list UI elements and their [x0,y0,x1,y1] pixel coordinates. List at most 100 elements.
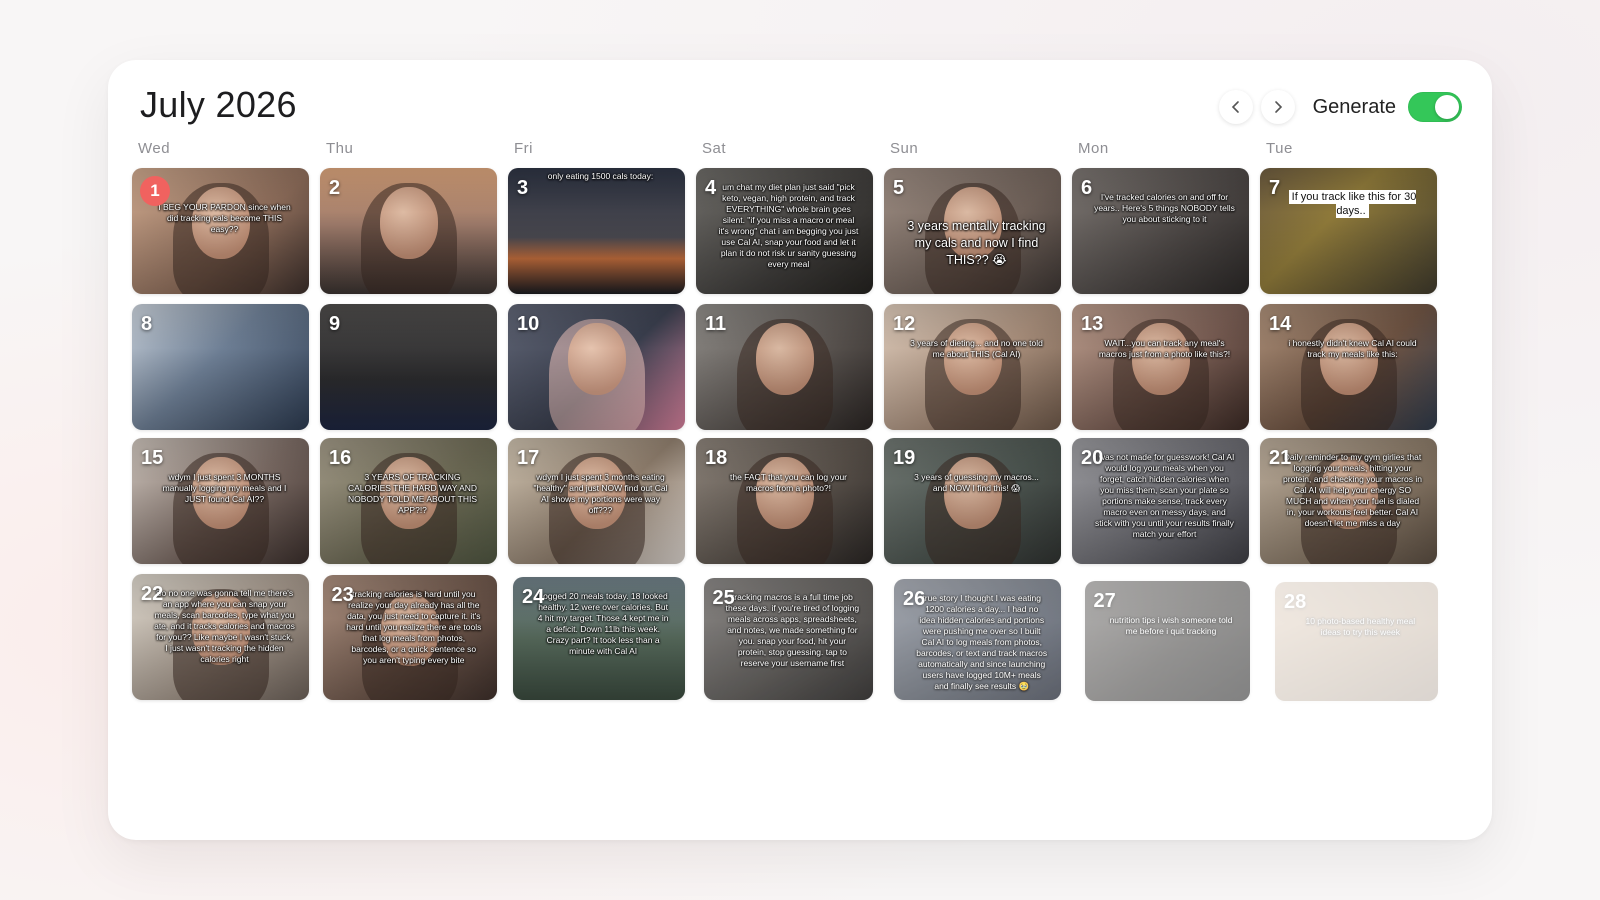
day-tile-22[interactable]: 22 So no one was gonna tell me there's an… [132,574,309,700]
next-month-button[interactable] [1260,90,1295,124]
day-number: 2 [329,177,341,199]
day-number: 5 [893,177,905,199]
day-number: 19 [893,447,916,469]
day-number: 28 [1284,590,1307,613]
day-tile-19[interactable]: 19 3 years of guessing my macros... and N… [884,438,1061,564]
day-caption: nutrition tips i wish someone told me be… [1109,614,1233,636]
day-caption: tracking macros is a full time job these… [725,591,860,668]
day-tile-7[interactable]: 7 If you track like this for 30 days.. [1260,168,1437,294]
day-number: 17 [517,447,540,469]
day-caption: So no one was gonna tell me there's an a… [154,588,295,664]
day-tile-6[interactable]: 6 I've tracked calories on and off for ye… [1072,168,1249,294]
day-tile-9[interactable]: 9 [320,304,497,430]
header-controls: Generate [1218,90,1462,124]
day-number: 11 [705,313,727,335]
day-caption: Logged 20 meals today. 18 looked healthy… [537,590,669,656]
day-number: 4 [705,177,717,199]
weekday-fri: Fri [514,140,533,157]
day-number: 21 [1269,447,1292,469]
day-caption: i was not made for guesswork! Cal AI wou… [1094,452,1235,539]
weekday-sat: Sat [702,140,727,157]
day-number: 25 [712,586,735,609]
day-number: 3 [517,177,529,199]
day-number: 14 [1269,313,1292,335]
day-caption: the FACT that you can log your macros fr… [729,472,848,493]
day-tile-5[interactable]: 53 years mentally tracking my cals and n… [884,168,1061,294]
weekday-sun: Sun [890,140,919,157]
day-tile-26[interactable]: 26 true story I thought I was eating 1200… [894,579,1062,701]
day-tile-15[interactable]: 15 wdym I just spent 3 MONTHS manually lo… [132,438,309,564]
day-caption: tracking calories is hard until you real… [346,589,482,666]
day-number: 23 [331,584,354,607]
prev-month-button[interactable] [1218,90,1253,124]
day-caption: 3 years mentally tracking my cals and no… [907,219,1046,267]
day-caption: I BEG YOUR PARDON since when did trackin… [158,202,291,234]
day-tile-1[interactable]: 1I BEG YOUR PARDON since when did tracki… [132,168,309,294]
day-tile-8[interactable]: 8 [132,304,309,430]
chevron-right-icon [1274,101,1282,113]
day-number: 6 [1081,177,1093,199]
day-tile-21[interactable]: 21 Daily reminder to my gym girlies that … [1260,438,1437,564]
chevron-left-icon [1231,101,1239,113]
day-number: 15 [141,447,164,469]
day-tile-12[interactable]: 12 3 years of dieting... and no one told … [884,304,1061,430]
day-caption: Daily reminder to my gym girlies that lo… [1283,452,1422,528]
weekday-wed: Wed [138,140,171,157]
day-caption: 3 years of dieting... and no one told me… [910,338,1043,359]
day-caption: 3 YEARS OF TRACKING CALORIES THE HARD WA… [347,472,478,515]
thumbnail-shade [1260,168,1437,294]
thumbnail-shade [508,168,685,294]
weekday-tue: Tue [1266,140,1293,157]
day-tile-17[interactable]: 17 wdym I just spent 3 months eating "hea… [508,438,685,564]
day-number: 27 [1093,589,1116,612]
day-tile-2[interactable]: 2 [320,168,497,294]
day-number: 7 [1269,177,1281,199]
day-caption: only eating 1500 cals today: [547,171,654,181]
day-number: 8 [141,313,153,335]
day-tile-16[interactable]: 16 3 YEARS OF TRACKING CALORIES THE HARD … [320,438,497,564]
day-tile-20[interactable]: 20 i was not made for guesswork! Cal AI w… [1072,438,1249,564]
day-number: 10 [517,313,540,335]
day-number: 12 [893,313,916,335]
day-tile-18[interactable]: 18 the FACT that you can log your macros … [696,438,873,564]
generate-toggle[interactable] [1408,92,1462,122]
weekday-thu: Thu [326,140,354,157]
thumbnail-shade [320,168,497,294]
weekday-header-row: Wed Thu Fri Sat Sun Mon Tue [138,140,1458,160]
day-tile-10[interactable]: 10 [508,304,685,430]
day-tile-14[interactable]: 14 i honestly didn't knew Cal AI could tr… [1260,304,1437,430]
day-tile-27[interactable]: 27 nutrition tips i wish someone told me … [1084,580,1250,701]
day-caption: I've tracked calories on and off for yea… [1094,192,1235,224]
day-caption: WAIT...you can track any meal's macros j… [1098,338,1231,359]
day-number: 18 [705,447,728,469]
day-tile-4[interactable]: 4 um chat my diet plan just said "pick ke… [696,168,873,294]
day-caption: um chat my diet plan just said "pick ket… [718,182,859,269]
day-number: 9 [329,313,341,335]
day-caption: 3 years of guessing my macros... and NOW… [914,472,1039,493]
calendar-card: July 2026 Generate Wed Thu Fri Sat Sun Mon Tue… [108,60,1492,840]
day-caption: wdym I just spent 3 months eating "healt… [533,472,668,515]
day-caption: If you track like this for 30 days.. [1282,190,1423,218]
day-tile-23[interactable]: 23 tracking calories is hard until you re… [322,575,498,701]
day-caption: 10 photo-based healthy meal ideas to try… [1305,615,1416,637]
day-tile-3[interactable]: 3 only eating 1500 cals today: [508,168,685,294]
thumbnail-shade [132,304,309,430]
toggle-knob [1435,95,1459,119]
day-number: 13 [1081,313,1104,335]
day-caption: i honestly didn't knew Cal AI could trac… [1288,338,1417,359]
day-caption: wdym I just spent 3 MONTHS manually logg… [162,472,287,504]
day-tile-28[interactable]: 28 10 photo-based healthy meal ideas to t… [1275,581,1438,701]
day-tile-11[interactable]: 11 [696,304,873,430]
thumbnail-shade [1072,168,1249,294]
caption-text: If you track like this for 30 days.. [1288,190,1417,218]
day-tile-25[interactable]: 25 tracking macros is a full time job the… [703,577,874,701]
day-caption: true story I thought I was eating 1200 c… [916,593,1048,692]
day-tile-13[interactable]: 13 WAIT...you can track any meal's macros… [1072,304,1249,430]
day-number: 22 [141,583,164,605]
thumbnail-shade [320,304,497,430]
day-number: 16 [329,447,352,469]
today-badge: 1 [140,176,170,206]
day-tile-24[interactable]: 24 Logged 20 meals today. 18 looked healt… [513,576,686,701]
day-number: 20 [1081,447,1104,469]
month-title: July 2026 [140,84,297,125]
